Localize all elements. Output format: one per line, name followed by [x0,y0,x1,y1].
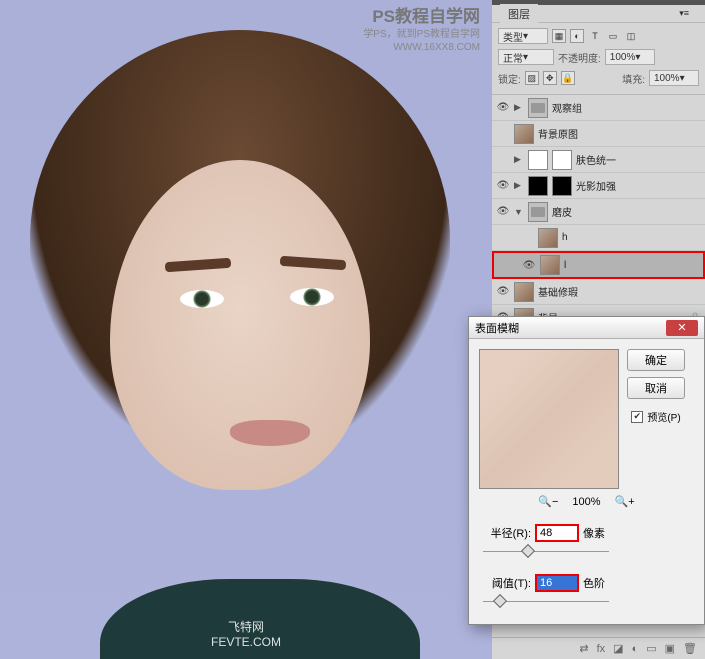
watermark-top: PS教程自学网 学PS，就到PS教程自学网 WWW.16XX8.COM [363,6,480,54]
eye [180,290,224,308]
zoom-in-icon[interactable]: 🔍+ [615,495,635,508]
zoom-value: 100% [572,496,600,508]
eye [290,288,334,306]
surface-blur-dialog: 表面模糊 ✕ 确定 取消 ✔ 预览(P) 🔍− 100% 🔍+ 半径(R): 像… [468,316,705,625]
visibility-icon[interactable]: 👁 [496,180,510,191]
layer-name: 基础修瑕 [538,284,578,299]
watermark-bottom: 飞特网 FEVTE.COM [211,618,281,649]
dialog-titlebar[interactable]: 表面模糊 ✕ [469,317,704,339]
layer-mask-thumb [552,176,572,196]
new-layer-icon[interactable]: ▣ [665,642,675,655]
layer-thumb [528,176,548,196]
layer-name: 光影加强 [576,178,616,193]
radius-label: 半径(R): [479,525,531,541]
link-layers-icon[interactable]: ⇄ [579,642,588,655]
visibility-icon[interactable]: 👁 [496,102,510,113]
fill-input[interactable]: 100% ▾ [649,70,699,86]
mask-icon[interactable]: ◪ [613,642,623,655]
filter-shape-icon[interactable]: ▭ [606,29,620,43]
blend-mode-select[interactable]: 正常 ▾ [498,49,554,65]
panel-menu-icon[interactable]: ▾≡ [671,6,697,21]
layer-name: 背景原图 [538,126,578,141]
expand-icon[interactable]: ▶ [514,180,524,191]
lock-position-icon[interactable]: ✥ [543,71,557,85]
watermark-bottom1: 飞特网 [211,618,281,635]
expand-icon[interactable]: ▼ [514,207,524,217]
watermark-line3: WWW.16XX8.COM [363,41,480,54]
layer-name: l [564,260,566,271]
layers-list: 👁▶观察组背景原图▶肤色统一👁▶光影加强👁▼磨皮h👁l👁基础修瑕👁背景🔒 [492,95,705,331]
layer-row[interactable]: 👁 ▶ 光影加强 [492,173,705,199]
lips [230,420,310,446]
threshold-slider[interactable] [483,594,609,608]
expand-icon[interactable]: ▶ [514,102,524,113]
layer-name: 磨皮 [552,204,572,219]
preview-area[interactable] [479,349,619,489]
layer-mask-thumb [552,150,572,170]
opacity-input[interactable]: 100% ▾ [605,49,655,65]
lock-pixels-icon[interactable]: ▨ [525,71,539,85]
layer-thumb [514,124,534,144]
zoom-out-icon[interactable]: 🔍− [538,495,558,508]
layer-row[interactable]: ▶ 肤色统一 [492,147,705,173]
radius-slider[interactable] [483,544,609,558]
close-icon[interactable]: ✕ [666,320,698,336]
tab-layers[interactable]: 图层 [500,4,538,24]
group-icon[interactable]: ▭ [646,642,656,655]
visibility-icon[interactable]: 👁 [522,260,536,271]
layer-row[interactable]: 👁 ▶ 观察组 [492,95,705,121]
layer-thumb [514,282,534,302]
filter-pixel-icon[interactable]: ▦ [552,29,566,43]
filter-type-select[interactable]: 类型 ▾ [498,28,548,44]
threshold-input[interactable] [535,574,579,592]
radius-unit: 像素 [583,525,605,541]
layer-thumb [528,150,548,170]
preview-label: 预览(P) [647,409,680,424]
panel-tab-bar: 图层 ▾≡ [492,5,705,23]
layer-row[interactable]: 👁 ▼ 磨皮 [492,199,705,225]
fx-icon[interactable]: fx [597,643,606,655]
layer-row[interactable]: 👁 基础修瑕 [492,279,705,305]
lock-label: 锁定: [498,71,521,86]
threshold-label: 阈值(T): [479,575,531,591]
layer-name: 观察组 [552,100,582,115]
layer-row[interactable]: h [492,225,705,251]
visibility-icon[interactable]: 👁 [496,206,510,217]
ok-button[interactable]: 确定 [627,349,685,371]
lock-all-icon[interactable]: 🔒 [561,71,575,85]
opacity-label: 不透明度: [558,50,601,65]
layer-row[interactable]: 👁l [492,251,705,279]
radius-input[interactable] [535,524,579,542]
fill-label: 填充: [622,71,645,86]
filter-smart-icon[interactable]: ◫ [624,29,638,43]
visibility-icon[interactable]: 👁 [496,286,510,297]
dialog-title: 表面模糊 [475,320,519,336]
adjustment-icon[interactable]: ◐ [632,643,639,655]
layers-toolbar: 类型 ▾ ▦ ◐ T ▭ ◫ 正常 ▾ 不透明度: 100% ▾ 锁定: ▨ ✥… [492,23,705,95]
cancel-button[interactable]: 取消 [627,377,685,399]
filter-type-icon[interactable]: T [588,29,602,43]
watermark-line2: 学PS，就到PS教程自学网 [363,28,480,41]
layer-thumb [528,98,548,118]
preview-checkbox[interactable]: ✔ [631,411,643,423]
layer-thumb [528,202,548,222]
expand-icon[interactable]: ▶ [514,154,524,165]
watermark-bottom2: FEVTE.COM [211,635,281,649]
layer-row[interactable]: 背景原图 [492,121,705,147]
layer-thumb [538,228,558,248]
watermark-line1: PS教程自学网 [363,6,480,28]
trash-icon[interactable]: 🗑 [683,642,697,655]
layer-name: h [562,232,568,243]
document-canvas[interactable]: PS教程自学网 学PS，就到PS教程自学网 WWW.16XX8.COM 飞特网 … [0,0,492,659]
filter-adjust-icon[interactable]: ◐ [570,29,584,43]
layer-name: 肤色统一 [576,152,616,167]
threshold-unit: 色阶 [583,575,605,591]
layers-footer: ⇄ fx ◪ ◐ ▭ ▣ 🗑 [492,637,705,659]
layer-thumb [540,255,560,275]
